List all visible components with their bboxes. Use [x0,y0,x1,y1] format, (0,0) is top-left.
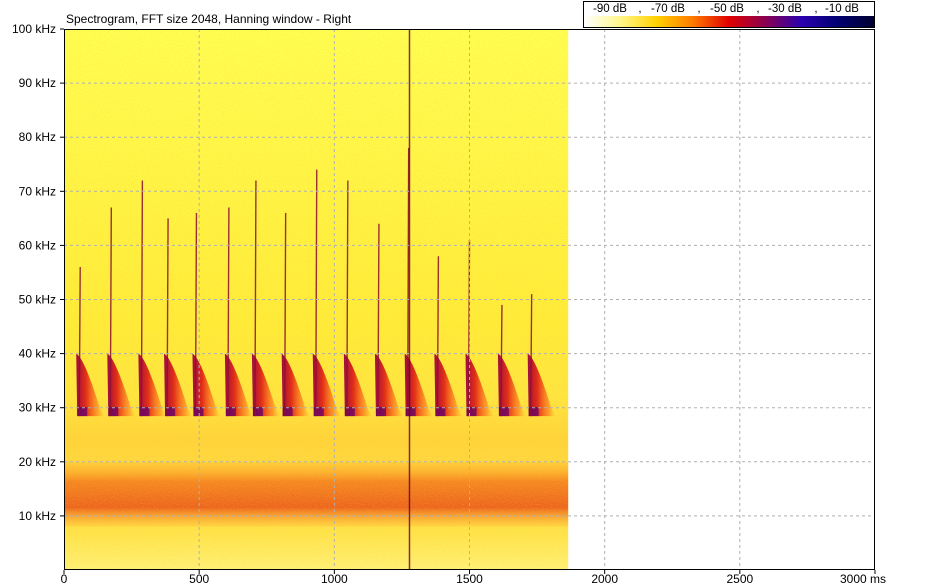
pulse-16-sweep [529,294,533,417]
pulse-6-sweep [227,207,230,417]
pulse-15-sweep [500,304,503,417]
pulse-3-sweep [140,180,144,417]
y-tick-label-10: 10 kHz [19,509,56,523]
x-tick-label-500: 500 [189,572,209,586]
y-tick-label-100: 100 kHz [12,22,56,36]
x-tick-label-2000: 2000 [591,572,618,586]
y-tick-label-50: 50 kHz [19,293,56,307]
pulse-1-sweep [78,267,81,417]
y-axis-ticks: 10 kHz 20 kHz 30 kHz 40 kHz 50 kHz 60 kHz 70 k… [12,22,64,523]
x-tick-label-1000: 1000 [321,572,348,586]
x-tick-label-3000: 3000 ms [840,572,886,586]
y-tick-label-90: 90 kHz [19,76,56,90]
x-axis-ticks: 0 500 1000 1500 2000 2500 3000 ms [61,570,886,586]
y-tick-label-40: 40 kHz [19,347,56,361]
y-tick-label-20: 20 kHz [19,455,56,469]
pulse-13-sweep [436,256,440,417]
pulse-2-sweep [109,207,113,417]
y-tick-label-60: 60 kHz [19,238,56,252]
y-tick-label-70: 70 kHz [19,184,56,198]
x-tick-label-1500: 1500 [456,572,483,586]
pulse-5-sweep [194,212,198,417]
pulse-7-sweep [254,180,257,417]
x-tick-label-2500: 2500 [726,572,753,586]
y-tick-label-80: 80 kHz [19,130,56,144]
x-tick-label-0: 0 [61,572,68,586]
pulse-4-sweep [166,218,169,417]
spectrogram-chart: 10 kHz 20 kHz 30 kHz 40 kHz 50 kHz 60 kHz 70 k… [12,22,886,586]
y-tick-label-30: 30 kHz [19,401,56,415]
